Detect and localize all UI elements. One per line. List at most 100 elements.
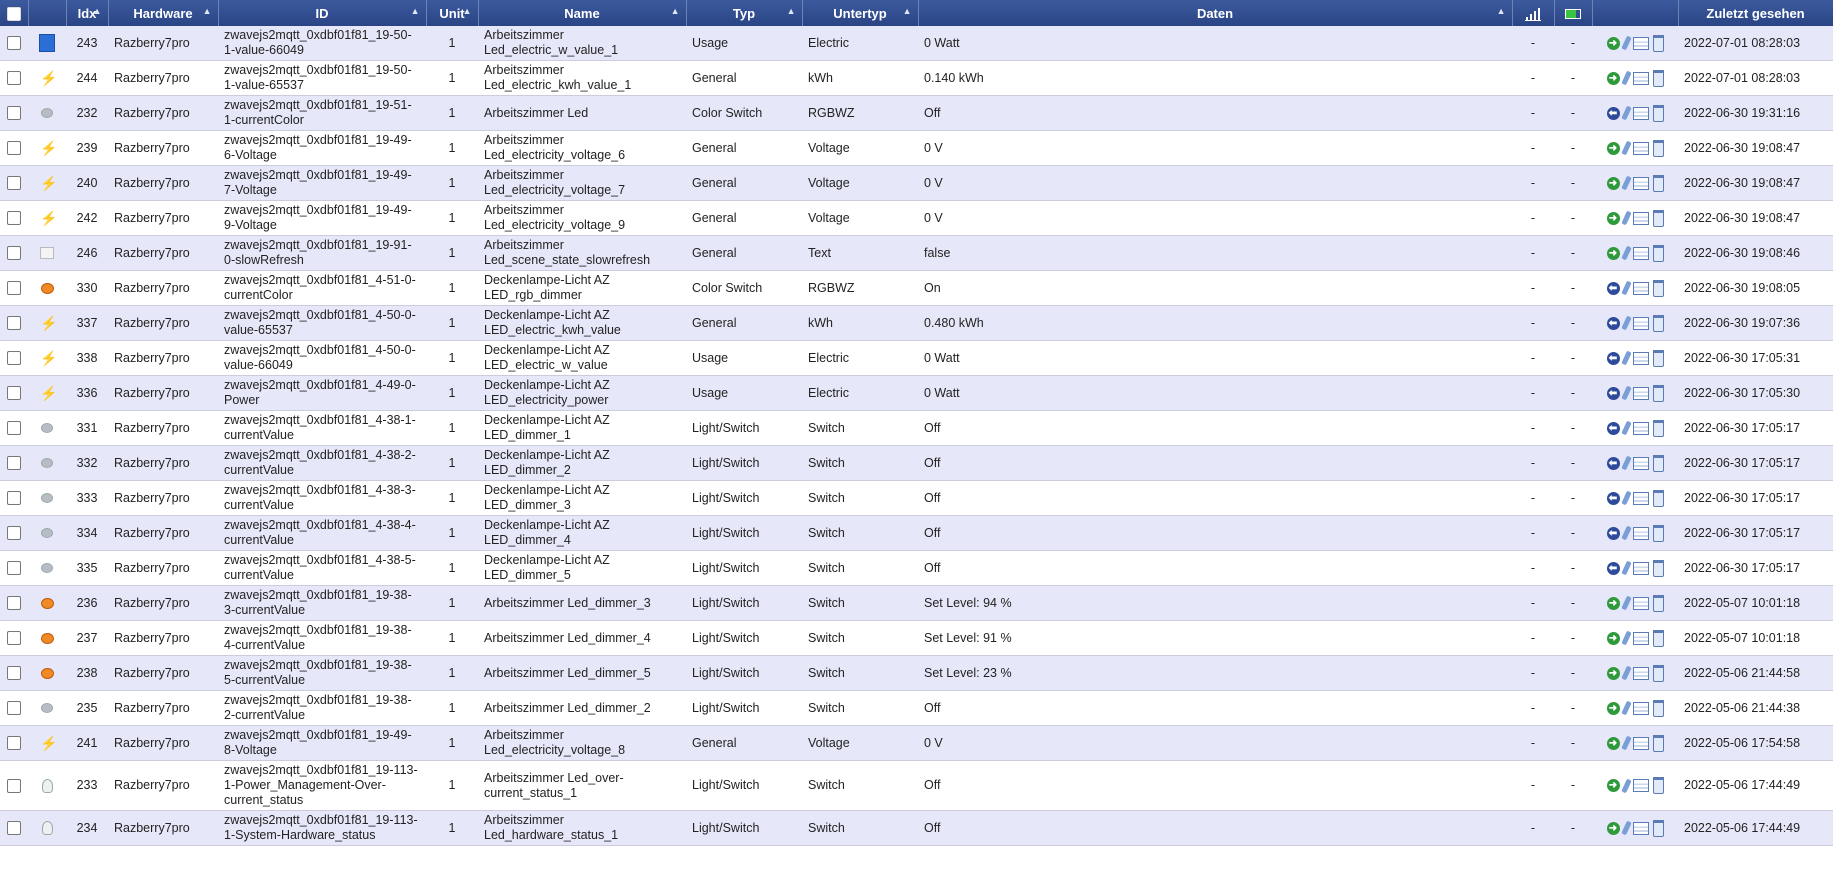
row-select-cell[interactable] <box>0 341 28 376</box>
log-icon[interactable] <box>1632 141 1649 155</box>
delete-icon[interactable] <box>1652 594 1664 612</box>
add-device-icon[interactable]: ➜ <box>1606 596 1620 610</box>
log-icon[interactable] <box>1632 491 1649 505</box>
row-checkbox[interactable] <box>7 316 21 331</box>
row-checkbox[interactable] <box>7 211 21 226</box>
row-checkbox[interactable] <box>7 821 21 836</box>
table-row[interactable]: 335 Razberry7pro zwavejs2mqtt_0xdbf01f81… <box>0 550 1833 586</box>
log-icon[interactable] <box>1632 421 1649 435</box>
table-row[interactable]: 236 Razberry7pro zwavejs2mqtt_0xdbf01f81… <box>0 585 1833 621</box>
row-select-cell[interactable] <box>0 96 28 131</box>
edit-icon[interactable] <box>1620 630 1632 646</box>
delete-icon[interactable] <box>1652 629 1664 647</box>
table-row[interactable]: 243 Razberry7pro zwavejs2mqtt_0xdbf01f81… <box>0 26 1833 61</box>
delete-icon[interactable] <box>1652 349 1664 367</box>
edit-icon[interactable] <box>1620 175 1632 191</box>
add-device-icon[interactable]: ➜ <box>1606 736 1620 750</box>
remove-device-icon[interactable]: ⬅ <box>1606 351 1620 365</box>
row-checkbox[interactable] <box>7 421 21 436</box>
row-checkbox[interactable] <box>7 596 21 611</box>
log-icon[interactable] <box>1632 316 1649 330</box>
row-checkbox[interactable] <box>7 141 21 156</box>
table-row[interactable]: 333 Razberry7pro zwavejs2mqtt_0xdbf01f81… <box>0 480 1833 516</box>
log-icon[interactable] <box>1632 561 1649 575</box>
table-row[interactable]: 332 Razberry7pro zwavejs2mqtt_0xdbf01f81… <box>0 445 1833 481</box>
col-typ[interactable]: Typ ▲ <box>686 0 803 26</box>
delete-icon[interactable] <box>1652 174 1664 192</box>
add-device-icon[interactable]: ➜ <box>1606 36 1620 50</box>
row-select-cell[interactable] <box>0 131 28 166</box>
log-icon[interactable] <box>1632 281 1649 295</box>
col-idx[interactable]: Idx ▲ <box>66 0 109 26</box>
row-checkbox[interactable] <box>7 281 21 296</box>
select-all-checkbox[interactable] <box>6 6 21 21</box>
table-row[interactable]: 234 Razberry7pro zwavejs2mqtt_0xdbf01f81… <box>0 810 1833 846</box>
table-row[interactable]: ⚡ 242 Razberry7pro zwavejs2mqtt_0xdbf01f… <box>0 200 1833 236</box>
edit-icon[interactable] <box>1620 105 1632 121</box>
add-device-icon[interactable]: ➜ <box>1606 821 1620 835</box>
add-device-icon[interactable]: ➜ <box>1606 666 1620 680</box>
log-icon[interactable] <box>1632 351 1649 365</box>
add-device-icon[interactable]: ➜ <box>1606 246 1620 260</box>
col-name[interactable]: Name ▲ <box>478 0 687 26</box>
row-checkbox[interactable] <box>7 386 21 401</box>
log-icon[interactable] <box>1632 106 1649 120</box>
edit-icon[interactable] <box>1620 70 1632 86</box>
col-battery[interactable] <box>1554 0 1593 26</box>
remove-device-icon[interactable]: ⬅ <box>1606 386 1620 400</box>
edit-icon[interactable] <box>1620 525 1632 541</box>
delete-icon[interactable] <box>1652 819 1664 837</box>
log-icon[interactable] <box>1632 526 1649 540</box>
log-icon[interactable] <box>1632 71 1649 85</box>
col-last-seen[interactable]: Zuletzt gesehen <box>1678 0 1833 26</box>
log-icon[interactable] <box>1632 386 1649 400</box>
row-checkbox[interactable] <box>7 666 21 681</box>
table-row[interactable]: 233 Razberry7pro zwavejs2mqtt_0xdbf01f81… <box>0 760 1833 811</box>
log-icon[interactable] <box>1632 666 1649 680</box>
delete-icon[interactable] <box>1652 524 1664 542</box>
row-select-cell[interactable] <box>0 516 28 551</box>
table-row[interactable]: 237 Razberry7pro zwavejs2mqtt_0xdbf01f81… <box>0 620 1833 656</box>
table-row[interactable]: ⚡ 337 Razberry7pro zwavejs2mqtt_0xdbf01f… <box>0 305 1833 341</box>
row-checkbox[interactable] <box>7 491 21 506</box>
row-select-cell[interactable] <box>0 306 28 341</box>
table-row[interactable]: ⚡ 241 Razberry7pro zwavejs2mqtt_0xdbf01f… <box>0 725 1833 761</box>
col-signal[interactable] <box>1512 0 1555 26</box>
table-row[interactable]: 331 Razberry7pro zwavejs2mqtt_0xdbf01f81… <box>0 410 1833 446</box>
remove-device-icon[interactable]: ⬅ <box>1606 281 1620 295</box>
row-checkbox[interactable] <box>7 246 21 261</box>
log-icon[interactable] <box>1632 246 1649 260</box>
row-checkbox[interactable] <box>7 561 21 576</box>
edit-icon[interactable] <box>1620 700 1632 716</box>
log-icon[interactable] <box>1632 456 1649 470</box>
col-untertyp[interactable]: Untertyp ▲ <box>802 0 919 26</box>
row-checkbox[interactable] <box>7 351 21 366</box>
row-select-cell[interactable] <box>0 726 28 761</box>
edit-icon[interactable] <box>1620 420 1632 436</box>
delete-icon[interactable] <box>1652 209 1664 227</box>
row-select-cell[interactable] <box>0 236 28 271</box>
log-icon[interactable] <box>1632 596 1649 610</box>
log-icon[interactable] <box>1632 176 1649 190</box>
remove-device-icon[interactable]: ⬅ <box>1606 561 1620 575</box>
row-checkbox[interactable] <box>7 176 21 191</box>
row-checkbox[interactable] <box>7 71 21 86</box>
edit-icon[interactable] <box>1620 778 1632 793</box>
delete-icon[interactable] <box>1652 279 1664 297</box>
delete-icon[interactable] <box>1652 139 1664 157</box>
remove-device-icon[interactable]: ⬅ <box>1606 491 1620 505</box>
add-device-icon[interactable]: ➜ <box>1606 141 1620 155</box>
add-device-icon[interactable]: ➜ <box>1606 71 1620 85</box>
table-row[interactable]: 246 Razberry7pro zwavejs2mqtt_0xdbf01f81… <box>0 235 1833 271</box>
delete-icon[interactable] <box>1652 244 1664 262</box>
edit-icon[interactable] <box>1620 560 1632 576</box>
row-select-cell[interactable] <box>0 691 28 726</box>
col-id[interactable]: ID ▲ <box>218 0 427 26</box>
table-row[interactable]: ⚡ 336 Razberry7pro zwavejs2mqtt_0xdbf01f… <box>0 375 1833 411</box>
table-row[interactable]: 238 Razberry7pro zwavejs2mqtt_0xdbf01f81… <box>0 655 1833 691</box>
col-daten[interactable]: Daten ▲ <box>918 0 1513 26</box>
row-checkbox[interactable] <box>7 631 21 646</box>
add-device-icon[interactable]: ➜ <box>1606 701 1620 715</box>
log-icon[interactable] <box>1632 821 1649 835</box>
row-select-cell[interactable] <box>0 621 28 656</box>
